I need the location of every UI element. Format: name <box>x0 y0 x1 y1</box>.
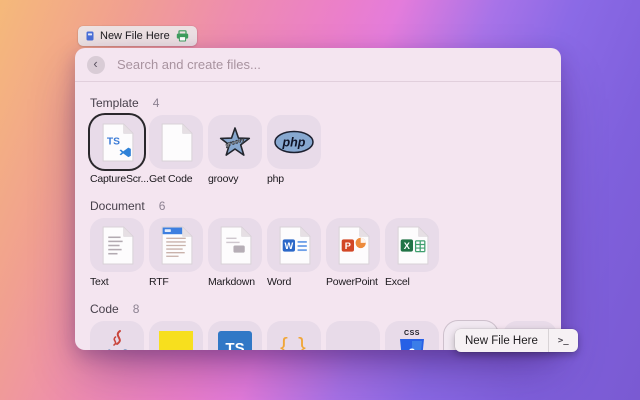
menubar-app-pill[interactable]: New File Here <box>78 26 197 46</box>
file-item[interactable]: Text <box>90 218 144 289</box>
file-tile-css3[interactable]: CSS 3 <box>385 321 439 350</box>
file-tile-code-tag[interactable] <box>326 321 380 350</box>
file-tile-markdown-doc[interactable] <box>208 218 262 272</box>
svg-text:3: 3 <box>409 346 416 350</box>
file-tile-word-doc[interactable]: W <box>267 218 321 272</box>
svg-text:X: X <box>403 240 410 250</box>
file-item[interactable]: RTF <box>149 218 203 289</box>
file-item[interactable]: { } <box>267 321 321 350</box>
css3-icon: CSS 3 <box>399 330 425 350</box>
file-label: php <box>267 173 284 185</box>
tile-row: TS CaptureScr... Get Code groovy groovy p… <box>90 115 546 186</box>
file-tile-excel-doc[interactable]: X <box>385 218 439 272</box>
section-document: Document 6 Text RTF Markdown W Word P Pow… <box>90 199 546 289</box>
file-label: RTF <box>149 276 169 288</box>
file-item[interactable]: P PowerPoint <box>326 218 380 289</box>
svg-text:TS: TS <box>106 136 119 147</box>
section-title: Code <box>90 302 119 316</box>
blank-doc-icon <box>158 122 195 162</box>
file-label: groovy <box>208 173 239 185</box>
file-item[interactable]: W Word <box>267 218 321 289</box>
file-item[interactable] <box>326 321 380 350</box>
file-label: Get Code <box>149 173 193 185</box>
back-button[interactable]: ‹ <box>87 55 105 74</box>
file-item[interactable]: php php <box>267 115 321 186</box>
javascript-icon: JS <box>159 331 193 350</box>
terminal-prompt-icon[interactable]: >_ <box>549 329 578 352</box>
search-input[interactable] <box>115 56 549 73</box>
excel-doc-icon: X <box>394 225 431 265</box>
php-icon: php <box>272 127 316 157</box>
file-tile-rtf-doc[interactable] <box>149 218 203 272</box>
section-header: Template 4 <box>90 96 546 110</box>
svg-text:php: php <box>282 136 306 150</box>
file-item[interactable]: Markdown <box>208 218 262 289</box>
file-item[interactable]: Get Code <box>149 115 203 186</box>
file-item[interactable]: TS <box>208 321 262 350</box>
section-header: Code 8 <box>90 302 546 316</box>
file-tile-groovy[interactable]: groovy <box>208 115 262 169</box>
typescript-icon: TS <box>218 331 252 350</box>
search-bar: ‹ <box>75 48 561 82</box>
markdown-doc-icon <box>217 225 254 265</box>
file-label: Markdown <box>208 276 255 288</box>
file-tile-text-doc[interactable] <box>90 218 144 272</box>
braces-icon: { } <box>280 332 308 351</box>
file-label: Excel <box>385 276 410 288</box>
file-tile-java[interactable] <box>90 321 144 350</box>
new-file-window: ‹ Template 4 TS CaptureScr... Get Code gr… <box>75 48 561 350</box>
rtf-doc-icon <box>158 225 195 265</box>
tile-row: Text RTF Markdown W Word P PowerPoint X … <box>90 218 546 289</box>
file-item[interactable]: JS <box>149 321 203 350</box>
file-label: Word <box>267 276 292 288</box>
file-label: CaptureScr... <box>90 173 149 185</box>
svg-text:P: P <box>344 240 350 250</box>
file-item[interactable] <box>90 321 144 350</box>
file-tile-blank-doc[interactable] <box>149 115 203 169</box>
file-tile-typescript[interactable]: TS <box>208 321 262 350</box>
file-tile-capture-ts[interactable]: TS <box>90 115 144 169</box>
file-item[interactable]: CSS 3 <box>385 321 439 350</box>
file-item[interactable]: X Excel <box>385 218 439 289</box>
section-template: Template 4 TS CaptureScr... Get Code groo… <box>90 96 546 186</box>
file-tile-php[interactable]: php <box>267 115 321 169</box>
groovy-icon: groovy <box>213 122 257 162</box>
file-item[interactable]: TS CaptureScr... <box>90 115 149 186</box>
word-doc-icon: W <box>276 225 313 265</box>
section-count: 4 <box>152 96 160 110</box>
file-label: PowerPoint <box>326 276 378 288</box>
section-count: 6 <box>158 199 166 213</box>
file-tile-powerpoint-doc[interactable]: P <box>326 218 380 272</box>
new-file-tooltip: New File Here >_ <box>455 329 578 352</box>
chevron-left-icon: ‹ <box>93 55 98 71</box>
app-flag-icon <box>86 31 94 41</box>
printer-icon <box>176 30 189 42</box>
text-doc-icon <box>99 225 136 265</box>
section-title: Template <box>90 96 139 110</box>
file-tile-javascript[interactable]: JS <box>149 321 203 350</box>
section-header: Document 6 <box>90 199 546 213</box>
svg-text:W: W <box>284 240 293 250</box>
file-label: Text <box>90 276 109 288</box>
java-icon <box>97 328 137 350</box>
section-count: 8 <box>132 302 140 316</box>
section-title: Document <box>90 199 145 213</box>
capture-ts-icon: TS <box>99 122 136 162</box>
window-content: Template 4 TS CaptureScr... Get Code groo… <box>75 82 561 350</box>
powerpoint-doc-icon: P <box>335 225 372 265</box>
desktop: { "menubar": { "app_label": "New File He… <box>0 0 640 400</box>
menubar-app-label: New File Here <box>100 30 170 42</box>
tooltip-label: New File Here <box>465 334 538 347</box>
file-item[interactable]: groovy groovy <box>208 115 262 186</box>
file-tile-braces[interactable]: { } <box>267 321 321 350</box>
